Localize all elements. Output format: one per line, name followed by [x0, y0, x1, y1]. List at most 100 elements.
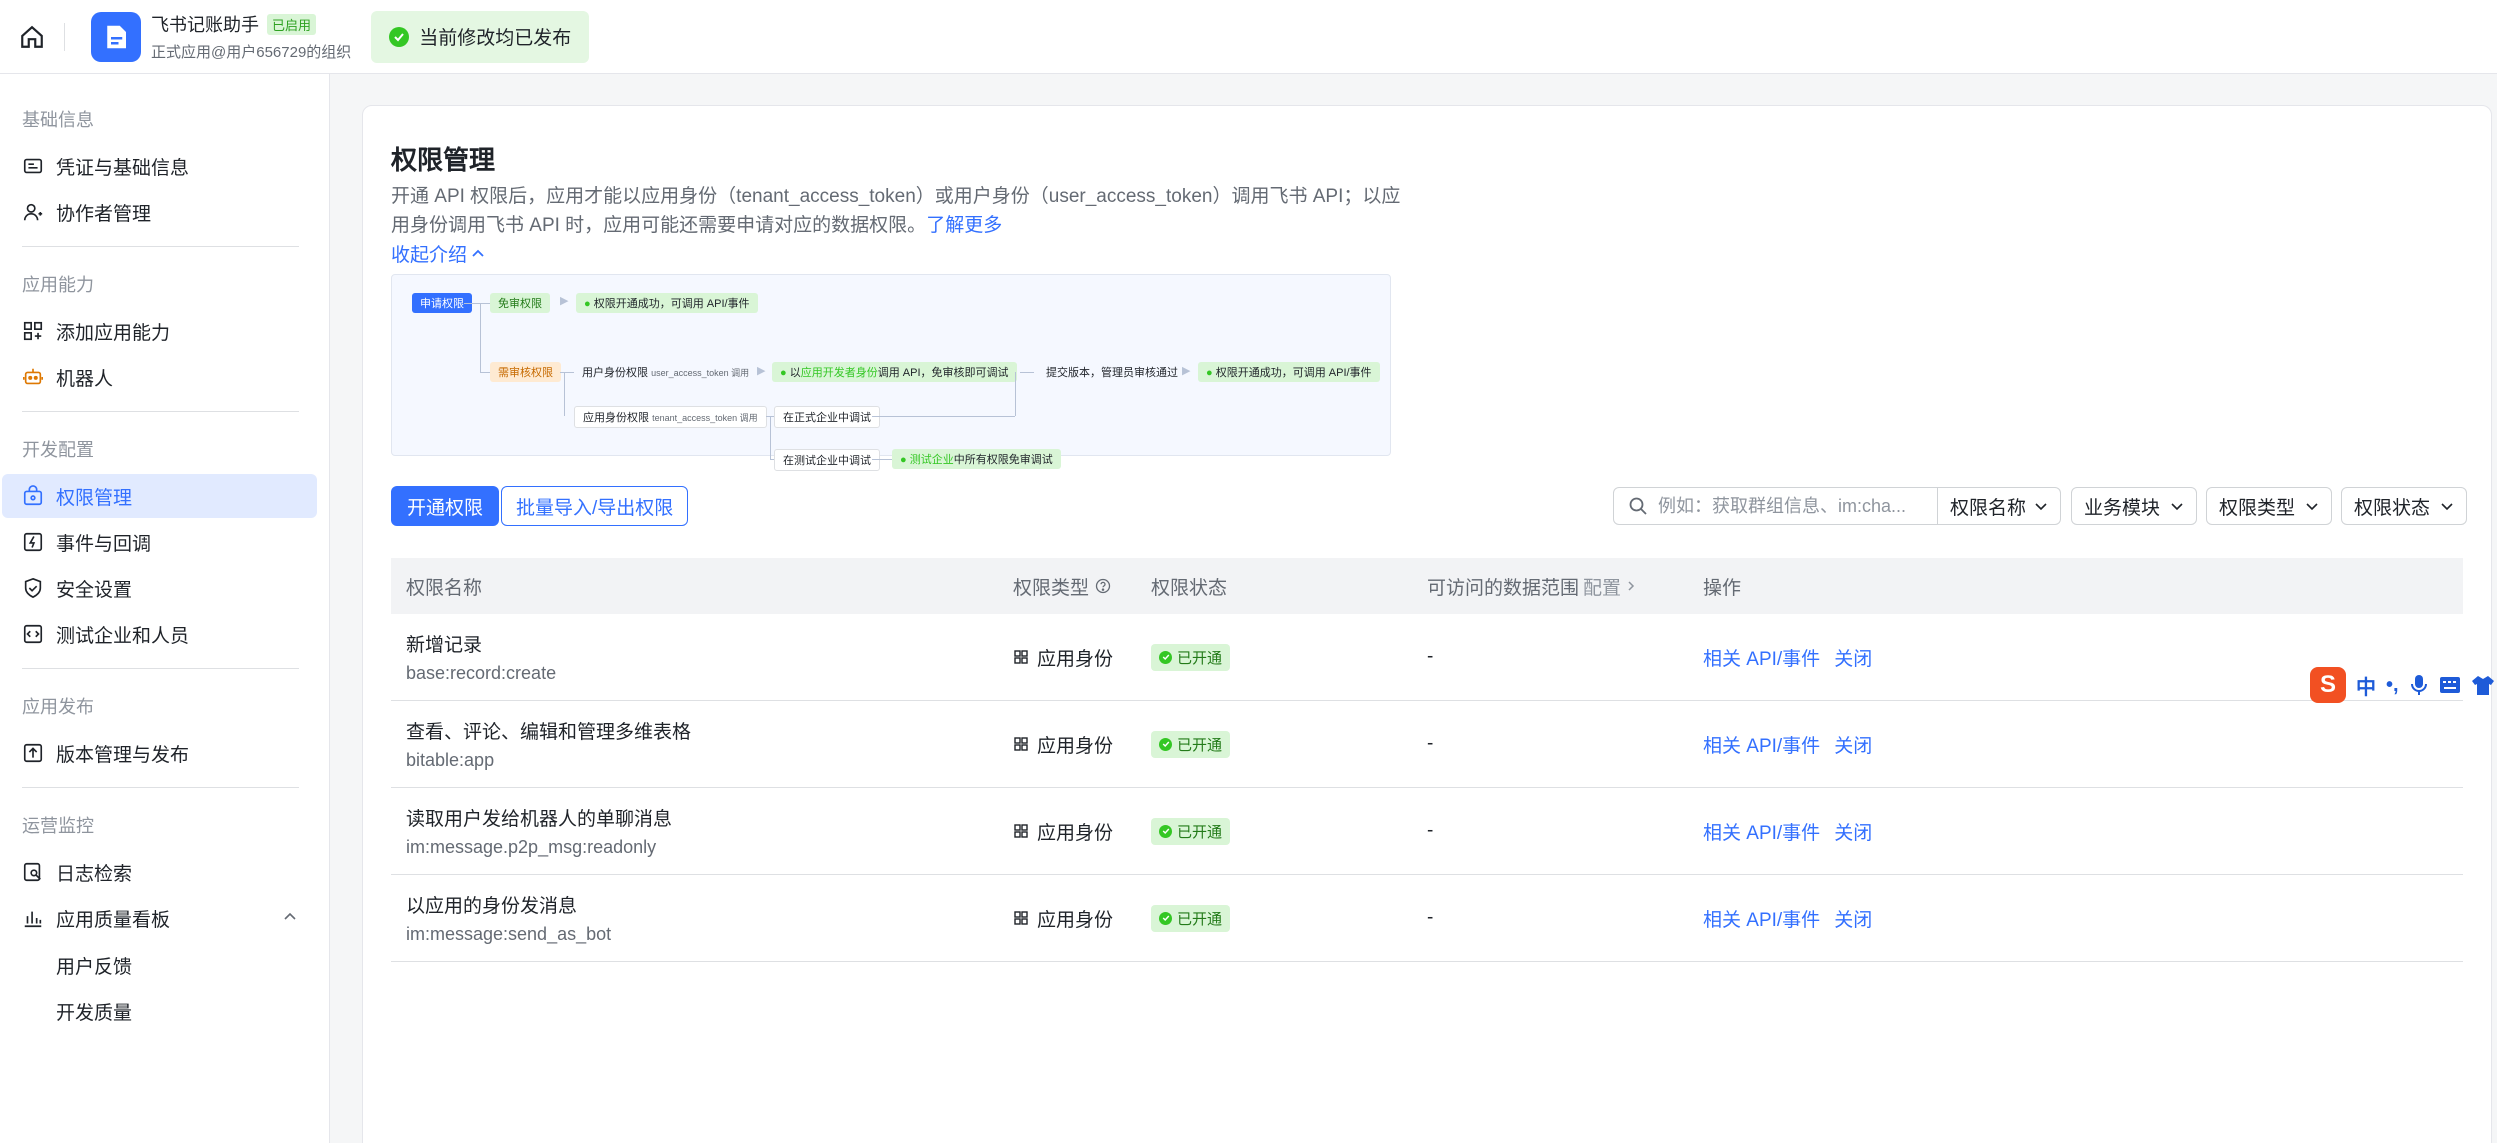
- filter-permission-status[interactable]: 权限状态: [2341, 487, 2467, 525]
- close-permission-link[interactable]: 关闭: [1834, 649, 1872, 670]
- help-circle-icon[interactable]: [1095, 578, 1111, 594]
- sidebar-item-collaborators[interactable]: 协作者管理: [2, 190, 317, 234]
- chevron-down-icon: [2306, 503, 2318, 511]
- sidebar-item-events[interactable]: 事件与回调: [2, 520, 317, 564]
- shirt-icon[interactable]: [2471, 674, 2495, 696]
- permission-type-label: 应用身份: [1037, 909, 1114, 931]
- filter-label: 权限状态: [2354, 497, 2431, 519]
- app-grid-icon: [1014, 824, 1028, 838]
- ime-toolbar: S 中 •,: [2310, 665, 2495, 705]
- flow-test-debug: 在测试企业中调试: [774, 449, 880, 471]
- flow-arrow: ▶: [560, 295, 569, 307]
- intro-body: 开通 API 权限后，应用才能以应用身份（tenant_access_token…: [391, 186, 1401, 236]
- sidebar-item-add-capability[interactable]: 添加应用能力: [2, 309, 317, 353]
- flow-tenant-token: tenant_access_token 调用: [652, 413, 758, 423]
- status-text: 已开通: [1177, 736, 1223, 754]
- flow-user-identity-label: 用户身份权限: [582, 367, 648, 379]
- flow-submit: 提交版本，管理员审核通过: [1046, 367, 1178, 379]
- sidebar-item-credentials[interactable]: 凭证与基础信息: [2, 144, 317, 188]
- nav-group-basic: 基础信息: [22, 110, 94, 130]
- flow-dev-debug: ● 以应用开发者身份调用 API，免审核即可调试: [772, 362, 1017, 382]
- related-api-link[interactable]: 相关 API/事件: [1703, 736, 1820, 757]
- check-circle-icon: [1159, 911, 1172, 925]
- flow-test-free-post: 中所有权限免审调试: [953, 454, 1053, 466]
- table-row: 读取用户发给机器人的单聊消息 im:message.p2p_msg:readonl…: [391, 788, 2463, 875]
- user-icon: [22, 201, 44, 223]
- upload-icon: [22, 742, 44, 764]
- permission-name: 新增记录: [406, 635, 483, 656]
- learn-more-link[interactable]: 了解更多: [926, 215, 1002, 236]
- sidebar-item-label: 权限管理: [56, 487, 133, 509]
- sidebar-item-versions[interactable]: 版本管理与发布: [2, 731, 317, 775]
- flow-app-identity-label: 应用身份权限: [583, 412, 649, 424]
- publish-status-banner: 当前修改均已发布: [371, 10, 590, 63]
- flow-app-identity: 应用身份权限 tenant_access_token 调用: [574, 406, 767, 428]
- sogou-logo-icon[interactable]: S: [2310, 667, 2346, 703]
- open-permission-button[interactable]: 开通权限: [391, 486, 500, 526]
- permission-type-label: 应用身份: [1037, 822, 1114, 844]
- close-permission-link[interactable]: 关闭: [1834, 736, 1872, 757]
- sidebar-item-bot[interactable]: 机器人: [2, 355, 317, 399]
- search-input[interactable]: [1658, 495, 1928, 517]
- sidebar-item-security[interactable]: 安全设置: [2, 566, 317, 610]
- filter-permission-type[interactable]: 权限类型: [2206, 487, 2332, 525]
- status-text: 已开通: [1177, 649, 1223, 667]
- sidebar-item-label: 凭证与基础信息: [56, 157, 190, 179]
- sidebar: 基础信息 凭证与基础信息 协作者管理 应用能力 添加应用能力 机器人 开发配置 …: [0, 74, 330, 1143]
- chevron-right-icon: [1628, 581, 1635, 591]
- sidebar-item-label: 事件与回调: [56, 533, 152, 555]
- chevron-up-icon[interactable]: [283, 910, 297, 924]
- nav-group-monitoring: 运营监控: [22, 816, 94, 836]
- permission-code: im:message.p2p_msg:readonly: [406, 837, 657, 857]
- sidebar-item-test-enterprise[interactable]: 测试企业和人员: [2, 612, 317, 656]
- header-divider: [64, 22, 65, 51]
- related-api-link[interactable]: 相关 API/事件: [1703, 910, 1820, 931]
- scope-config-link[interactable]: 配置: [1583, 573, 1621, 600]
- flow-user-identity: 用户身份权限 user_access_token 调用: [582, 364, 749, 380]
- filter-permission-name[interactable]: 权限名称: [1938, 487, 2061, 525]
- sidebar-subitem-user-feedback[interactable]: 用户反馈: [0, 942, 329, 988]
- collapse-label: 收起介绍: [391, 245, 468, 266]
- keyboard-icon[interactable]: [2439, 675, 2461, 695]
- chevron-up-icon: [472, 249, 484, 257]
- home-icon: [21, 25, 43, 48]
- flow-test-free: ● 测试企业中所有权限免审调试: [892, 449, 1061, 469]
- permission-name: 以应用的身份发消息: [406, 896, 578, 917]
- close-permission-link[interactable]: 关闭: [1834, 823, 1872, 844]
- flow-arrow: ▶: [1182, 365, 1191, 377]
- check-circle-icon: [1159, 650, 1172, 664]
- nav-group-release: 应用发布: [22, 697, 94, 717]
- top-header: 飞书记账助手 已启用 正式应用@用户656729的组织 当前修改均已发布: [0, 0, 2497, 74]
- permission-code: base:record:create: [406, 663, 557, 683]
- flow-no-review-result-text: 权限开通成功，可调用 API/事件: [593, 298, 750, 310]
- ime-punct-toggle[interactable]: •,: [2386, 674, 2399, 697]
- microphone-icon[interactable]: [2409, 674, 2429, 696]
- sidebar-item-log-search[interactable]: 日志检索: [2, 850, 317, 894]
- status-badge: 已开通: [1151, 817, 1231, 845]
- flow-dev-identity: 应用开发者身份: [800, 367, 878, 379]
- status-badge: 已开通: [1151, 904, 1231, 932]
- check-circle-icon: [1159, 824, 1172, 838]
- sidebar-item-quality-dashboard[interactable]: 应用质量看板: [2, 896, 317, 940]
- log-search-icon: [22, 861, 44, 883]
- shield-icon: [22, 577, 44, 599]
- page-title: 权限管理: [391, 145, 496, 175]
- batch-import-export-button[interactable]: 批量导入/导出权限: [501, 486, 689, 526]
- app-status-badge: 已启用: [267, 13, 317, 35]
- flow-no-review-result: ● 权限开通成功，可调用 API/事件: [576, 293, 758, 313]
- flow-final-result: ● 权限开通成功，可调用 API/事件: [1198, 362, 1380, 382]
- collapse-intro-button[interactable]: 收起介绍: [391, 240, 485, 267]
- home-button[interactable]: [0, 0, 64, 74]
- col-scope: 可访问的数据范围 配置: [1427, 573, 1703, 600]
- app-info: 飞书记账助手 已启用 正式应用@用户656729的组织: [151, 11, 351, 62]
- sidebar-item-label: 协作者管理: [56, 203, 152, 225]
- sidebar-subitem-dev-quality[interactable]: 开发质量: [0, 988, 329, 1034]
- table-header: 权限名称 权限类型 权限状态 可访问的数据范围 配置 操作: [391, 558, 2463, 614]
- close-permission-link[interactable]: 关闭: [1834, 910, 1872, 931]
- nav-group-dev-config: 开发配置: [22, 440, 94, 460]
- ime-lang-toggle[interactable]: 中: [2356, 671, 2376, 700]
- sidebar-item-permissions[interactable]: 权限管理: [2, 474, 317, 518]
- related-api-link[interactable]: 相关 API/事件: [1703, 823, 1820, 844]
- filter-business-module[interactable]: 业务模块: [2071, 487, 2197, 525]
- related-api-link[interactable]: 相关 API/事件: [1703, 649, 1820, 670]
